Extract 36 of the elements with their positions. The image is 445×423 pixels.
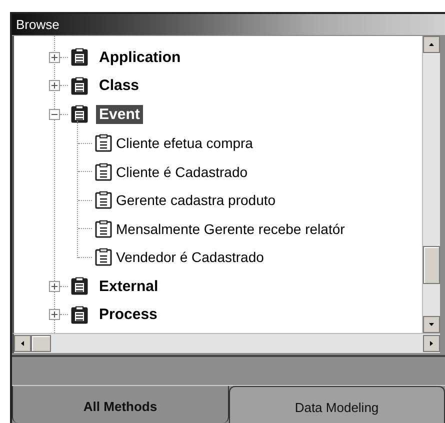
document-icon <box>95 220 112 238</box>
tree-node[interactable]: Cliente efetua compra <box>115 134 256 152</box>
tree-node[interactable]: Application <box>96 48 184 67</box>
tree-node[interactable]: Cliente é Cadastrado <box>115 162 251 181</box>
horizontal-scrollbar[interactable] <box>12 333 440 353</box>
document-icon <box>95 248 112 266</box>
vertical-scrollbar[interactable] <box>422 36 440 333</box>
document-icon <box>71 48 88 66</box>
document-icon <box>71 306 88 324</box>
document-icon <box>95 162 112 181</box>
tree-node[interactable]: Gerente cadastra produto <box>115 191 279 210</box>
tree-node[interactable]: Process <box>96 305 160 324</box>
scroll-up-icon[interactable] <box>423 36 440 53</box>
document-icon <box>71 105 88 124</box>
document-icon <box>71 76 88 95</box>
document-icon <box>71 277 88 296</box>
tree-node[interactable]: Mensalmente Gerente recebe relatór <box>115 220 348 238</box>
document-icon <box>95 134 112 152</box>
tree-node[interactable]: External <box>96 276 162 296</box>
expand-icon[interactable] <box>49 309 60 320</box>
scroll-thumb[interactable] <box>31 335 51 352</box>
scroll-right-icon[interactable] <box>423 335 440 352</box>
scroll-left-icon[interactable] <box>14 335 31 352</box>
tab[interactable]: All Methods <box>12 386 228 423</box>
panel-title: Browse <box>16 17 60 32</box>
scroll-thumb[interactable] <box>423 246 440 284</box>
scroll-down-icon[interactable] <box>423 316 440 333</box>
tree-node[interactable]: Class <box>96 76 142 96</box>
tree-node[interactable]: Event <box>96 104 143 124</box>
expand-icon[interactable] <box>49 80 60 92</box>
expand-icon[interactable] <box>49 52 60 63</box>
tab[interactable]: Data Modeling <box>228 386 445 423</box>
expand-icon[interactable] <box>49 280 60 292</box>
collapse-icon[interactable] <box>49 108 60 120</box>
tree-node[interactable]: Vendedor é Cadastrado <box>115 248 267 266</box>
document-icon <box>95 191 112 210</box>
